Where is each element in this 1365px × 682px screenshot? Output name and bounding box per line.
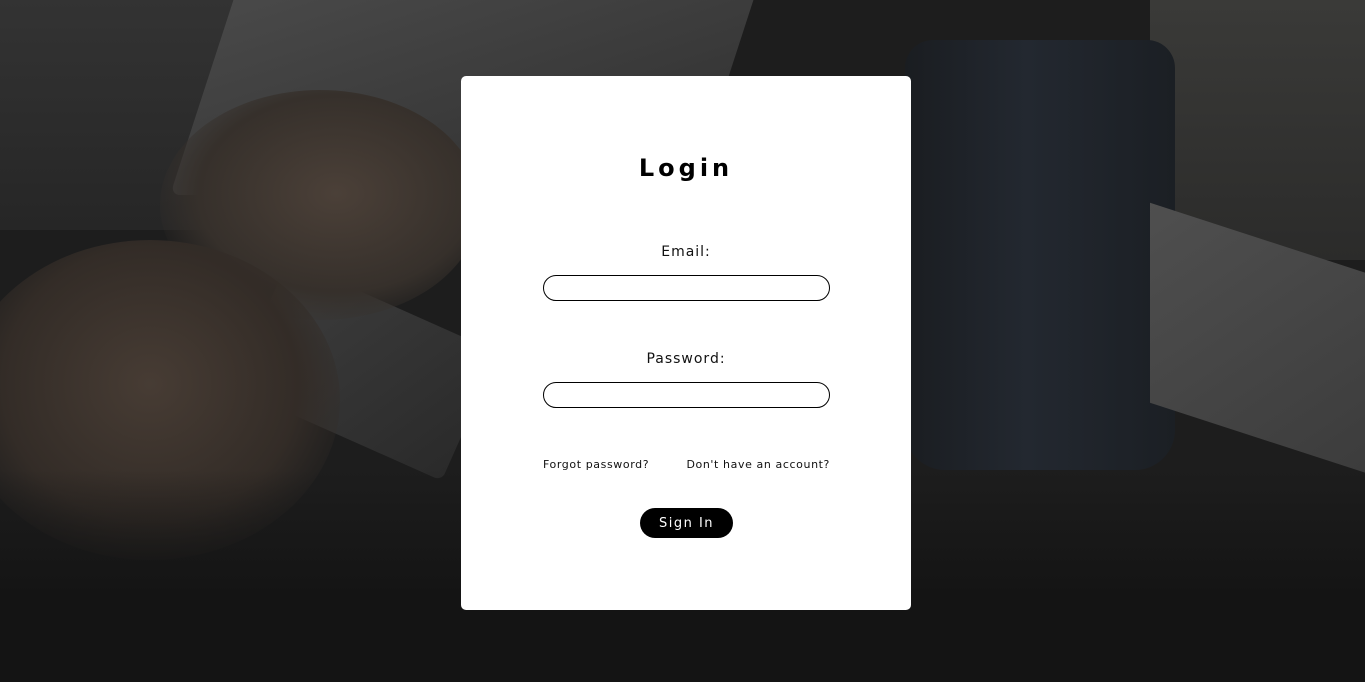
- signup-link[interactable]: Don't have an account?: [686, 458, 830, 471]
- email-field[interactable]: [543, 275, 830, 301]
- sign-in-button[interactable]: Sign In: [640, 508, 733, 538]
- password-field[interactable]: [543, 382, 830, 408]
- password-label: Password:: [646, 351, 726, 367]
- email-label: Email:: [661, 244, 711, 260]
- login-card: Login Email: Password: Forgot password? …: [461, 76, 911, 610]
- page-title: Login: [638, 154, 734, 182]
- background-mug: [905, 40, 1175, 470]
- forgot-password-link[interactable]: Forgot password?: [543, 458, 649, 471]
